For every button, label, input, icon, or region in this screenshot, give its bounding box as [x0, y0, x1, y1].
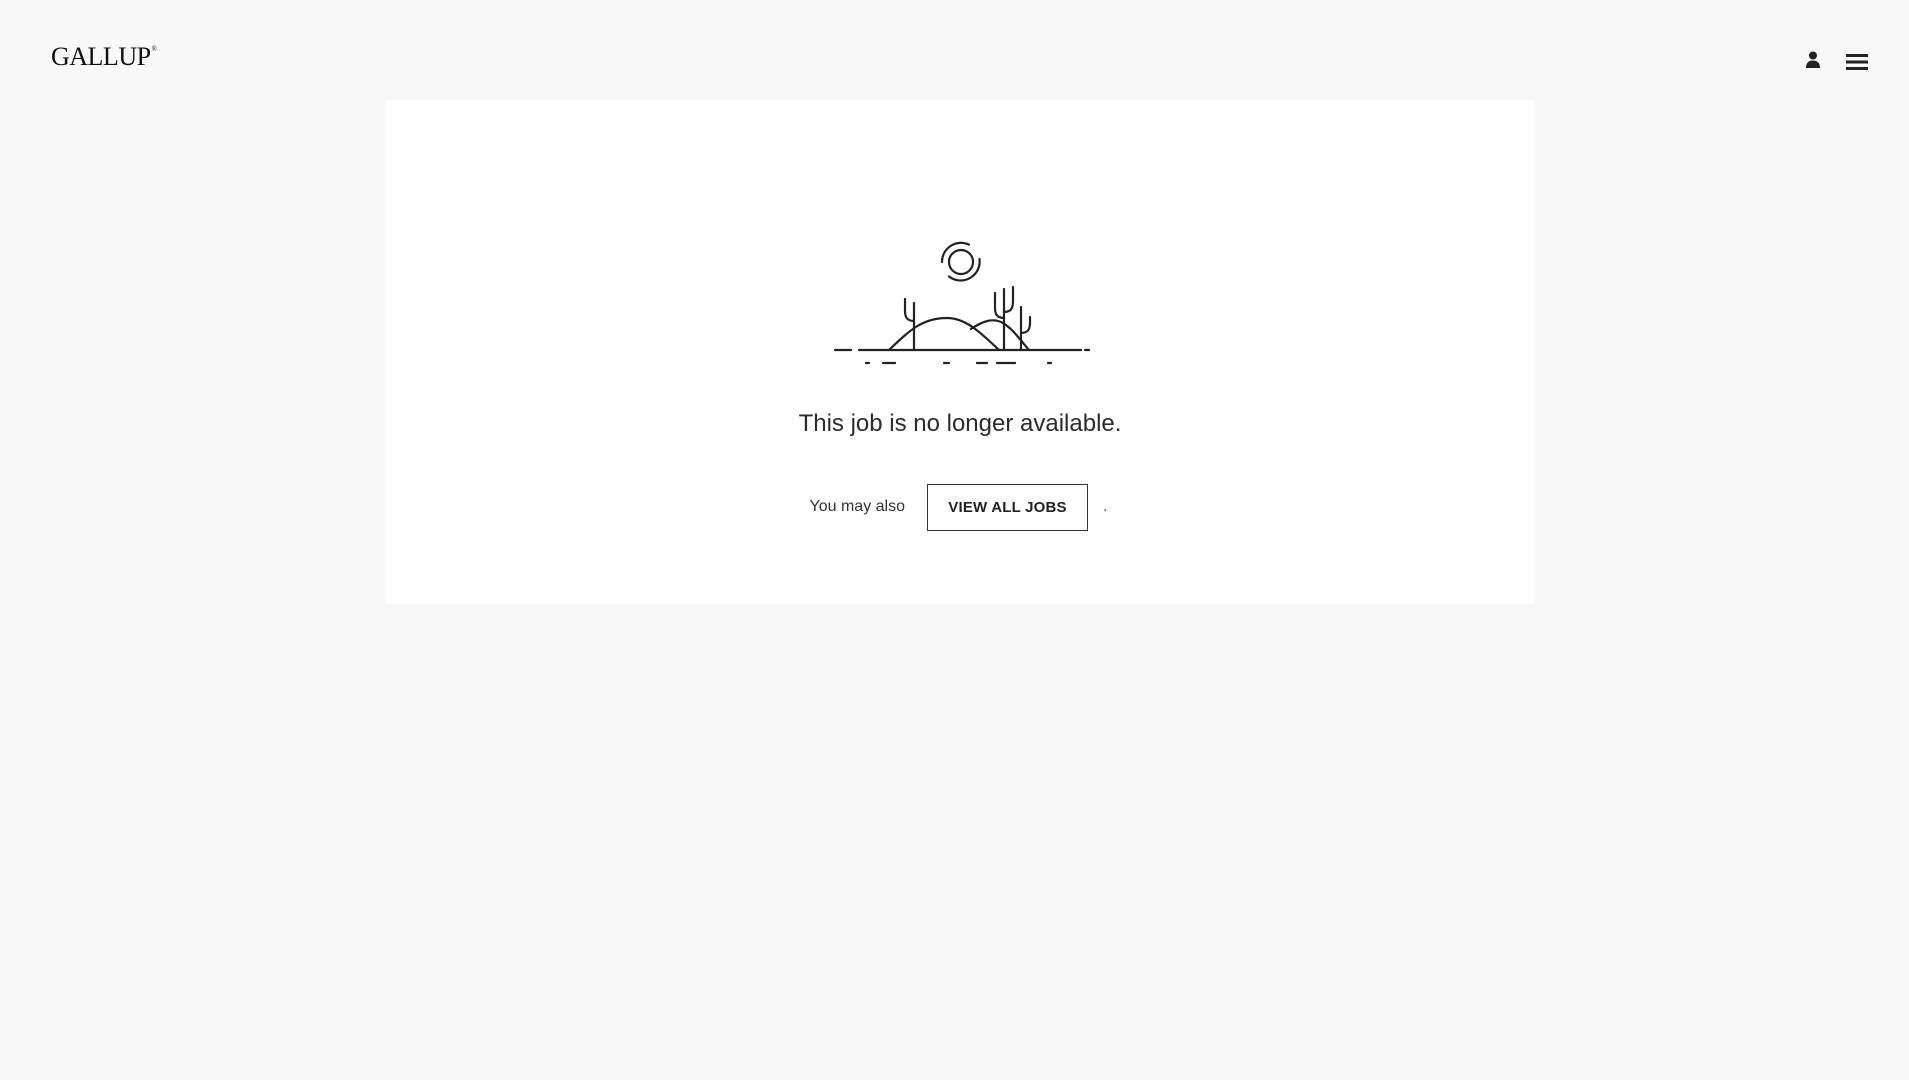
- hamburger-menu-icon[interactable]: [1846, 53, 1868, 71]
- job-unavailable-message: This job is no longer available.: [798, 410, 1122, 437]
- site-header: GALLUP®: [0, 0, 1909, 100]
- gallup-logo[interactable]: GALLUP®: [51, 42, 157, 71]
- user-icon[interactable]: [1805, 51, 1821, 69]
- suggestion-row: You may also VIEW ALL JOBS .: [385, 482, 1535, 532]
- view-all-jobs-button[interactable]: VIEW ALL JOBS: [927, 483, 1088, 531]
- logo-registered-mark: ®: [151, 45, 157, 53]
- job-unavailable-card: This job is no longer available. You may…: [385, 100, 1535, 604]
- logo-text: GALLUP: [51, 42, 151, 71]
- desert-landscape-icon: [833, 241, 1091, 365]
- trailing-period: .: [1103, 498, 1108, 515]
- suggestion-text: You may also: [809, 498, 905, 515]
